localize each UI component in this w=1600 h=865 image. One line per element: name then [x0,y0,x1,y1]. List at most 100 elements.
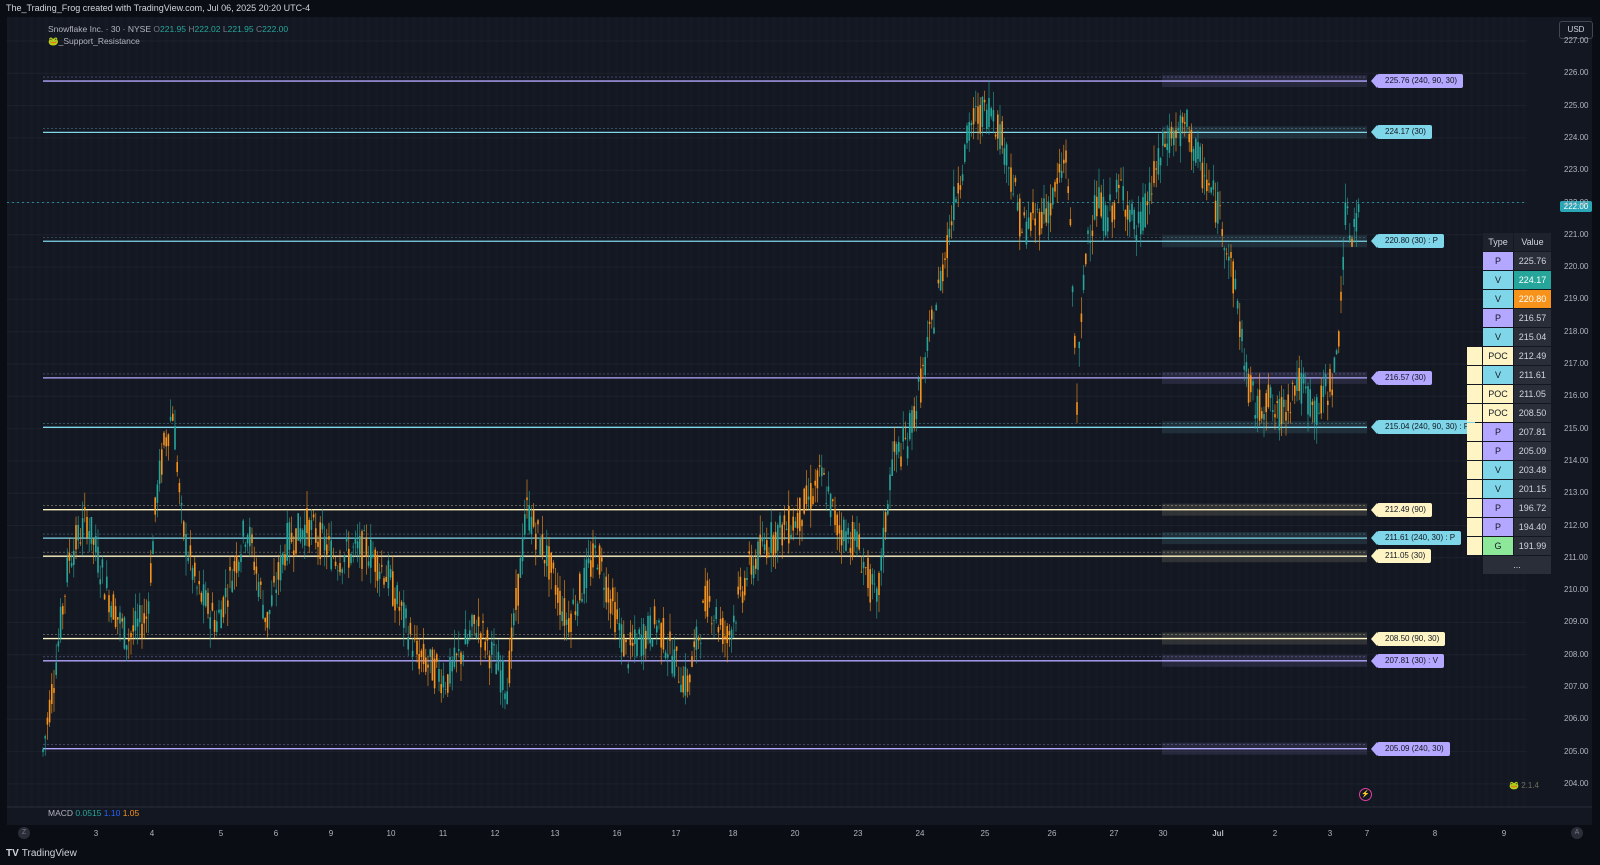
session-stripe [7,17,11,807]
chart-canvas[interactable] [7,17,1592,825]
candle-body [86,516,88,538]
candle-body [953,186,955,221]
candle-body [1069,219,1072,226]
candle-body [519,558,522,578]
candle-body [1320,385,1322,414]
candle-body [345,537,348,542]
lightning-icon[interactable]: ⚡ [1359,788,1372,801]
candle-body [477,616,480,627]
candle-body [125,645,128,650]
candle-body [1014,177,1017,183]
time-tick: 27 [1109,829,1119,838]
candle-body [114,606,117,627]
row-type: POC [1483,385,1513,403]
chart-area[interactable] [7,17,1592,825]
candle-body [988,98,990,128]
candle-body [110,605,112,618]
macd-legend[interactable]: MACD 0.0515 1.10 1.05 [48,808,139,818]
candle-body [955,199,957,203]
candle-body [1291,383,1294,385]
candle-body [1324,374,1327,387]
candle-body [645,630,647,649]
candle-body [431,649,434,681]
session-stripe [495,17,499,807]
candle-body [1285,412,1287,421]
session-stripe [442,17,446,807]
candle-body [550,552,552,573]
candle-body [429,649,431,658]
session-stripe [555,17,559,807]
candle-body [312,514,315,518]
candle-body [1131,203,1133,215]
candle-body [783,515,786,525]
candle-body [156,484,159,503]
candle-body [227,600,229,607]
candle-body [1252,381,1254,386]
row-side-marker [1467,480,1482,498]
session-stripe [1042,17,1046,807]
auto-scale-icon[interactable]: A [1571,827,1583,839]
candle-body [1137,211,1140,224]
top-bar: The_Trading_Frog created with TradingVie… [0,0,1600,17]
tradingview-brand[interactable]: TV TradingView [6,848,77,859]
row-value: 196.72 [1514,499,1551,517]
price-tick: 219.00 [1564,294,1589,304]
session-stripe [420,17,424,807]
session-stripe [367,17,371,807]
session-stripe [832,17,836,807]
candle-body [515,588,517,610]
candle-body [44,736,46,739]
session-stripe [1440,17,1444,807]
candle-body [862,561,865,569]
candle-body [904,437,907,439]
level-tag: 224.17 (30) [1371,125,1432,140]
session-stripe [727,17,731,807]
settings-icon[interactable]: Z [18,827,30,839]
candle-body [653,606,656,625]
candle-body [849,547,852,553]
candle-body [517,573,519,606]
candle-body [1082,274,1085,291]
candle-body [277,562,280,580]
session-stripe [990,17,994,807]
candle-body [328,536,330,540]
macd-hist: 1.05 [122,808,140,818]
candle-body [1245,362,1248,372]
time-tick: 2 [1272,829,1278,838]
row-value: 216.57 [1514,309,1551,327]
candle-body [70,562,73,567]
session-stripe [937,17,941,807]
candle-body [1023,212,1025,216]
session-stripe [840,17,844,807]
row-value: 220.80 [1514,290,1551,308]
candle-body [898,441,900,452]
candle-body [1316,397,1318,425]
session-stripe [255,17,259,807]
candle-body [812,496,814,505]
session-stripe [825,17,829,807]
candle-body [854,528,856,541]
candle-body [1280,397,1283,425]
candle-body [777,524,779,551]
candle-body [836,514,838,536]
session-stripe [330,17,334,807]
session-stripe [810,17,814,807]
session-stripe [892,17,896,807]
candle-body [895,443,898,455]
candle-body [290,532,293,542]
candle-body [587,558,590,564]
candle-body [1344,202,1347,226]
candle-body [66,557,68,583]
candle-body [1258,389,1261,421]
session-stripe [1432,17,1436,807]
candle-body [1179,115,1182,147]
candle-body [986,109,988,129]
level-tag: 215.04 (240, 90, 30) : P [1370,420,1476,435]
candle-body [1008,167,1010,169]
indicator-legend[interactable]: 🐸_Support_Resistance [48,36,140,47]
price-tick: 213.00 [1564,488,1589,498]
open-value: 221.95 [160,24,186,34]
candle-body [1311,401,1314,405]
candle-body [284,554,286,566]
candle-body [1190,129,1193,153]
